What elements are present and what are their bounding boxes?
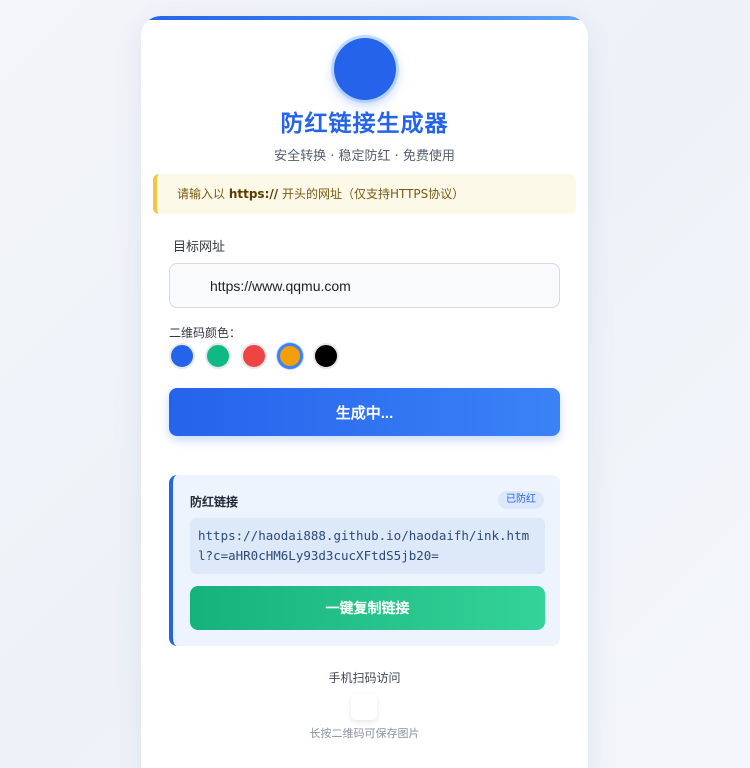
qr-hint: 长按二维码可保存图片 [309,727,420,740]
generate-button[interactable]: 生成中... [169,388,560,436]
color-swatch-red[interactable] [241,343,267,369]
copy-link-button[interactable]: 一键复制链接 [190,586,545,630]
url-input[interactable] [169,263,560,308]
color-swatch-black[interactable] [313,343,339,369]
result-title: 防红链接 [190,495,239,509]
logo-icon [334,38,396,100]
notice-suffix: 开头的网址（仅支持HTTPS协议） [278,187,465,201]
qr-title: 手机扫码访问 [328,671,401,685]
status-badge: 已防红 [498,491,544,509]
color-swatch-orange[interactable] [277,343,303,369]
color-swatch-blue[interactable] [169,343,195,369]
generator-card: 防红链接生成器 安全转换 · 稳定防红 · 免费使用 请输入以 https://… [141,16,588,768]
result-panel: 防红链接 已防红 https://haodai888.github.io/hao… [169,475,560,646]
url-label: 目标网址 [173,240,226,255]
https-notice: 请输入以 https:// 开头的网址（仅支持HTTPS协议） [153,174,576,214]
color-swatch-green[interactable] [205,343,231,369]
notice-prefix: 请输入以 [177,187,229,201]
color-swatches [169,343,339,369]
page-title: 防红链接生成器 [280,111,449,137]
color-label: 二维码颜色： [169,326,242,340]
card-accent-bar [141,16,588,20]
page-subtitle: 安全转换 · 稳定防红 · 免费使用 [274,149,455,164]
qr-code [351,694,377,720]
result-link[interactable]: https://haodai888.github.io/haodaifh/ink… [190,518,545,574]
notice-highlight: https:// [228,187,279,201]
